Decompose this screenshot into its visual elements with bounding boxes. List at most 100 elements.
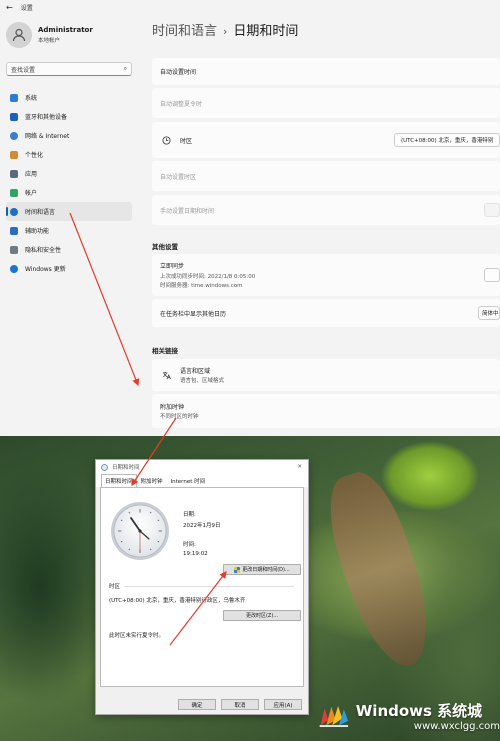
timezone-value: (UTC+08:00) 北京，重庆，香港特别行政区，乌鲁木齐 <box>109 598 246 604</box>
watermark: Windows 系统城 www.wxclgg.com <box>308 690 500 741</box>
taskbar-calendar-label: 在任务栏中显示其他日历 <box>160 310 227 318</box>
apply-button[interactable]: 应用(A) <box>264 699 302 710</box>
language-region-subtitle: 语言包、区域格式 <box>180 378 225 385</box>
close-icon[interactable]: ✕ <box>297 464 302 470</box>
sync-now-row: 立即同步 上次成功同步时间: 2022/1/8 0:05:00 时间服务器: t… <box>152 254 500 296</box>
person-icon <box>10 188 18 197</box>
divider <box>124 585 294 587</box>
bluetooth-icon <box>10 112 18 121</box>
dst-note: 此时区未实行夏令时。 <box>109 633 165 639</box>
tab-internet-time[interactable]: Internet 时间 <box>167 474 210 487</box>
sidebar-item-label: 时间和语言 <box>25 209 56 216</box>
other-settings-heading: 其他设置 <box>152 243 178 251</box>
sidebar-item-label: 网络 & Internet <box>25 133 70 140</box>
globe-clock-icon <box>160 135 172 145</box>
manual-datetime-row: 手动设置日期和时间 <box>152 195 500 225</box>
sidebar-item-label: 个性化 <box>25 152 44 159</box>
auto-dst-row: 自动调整夏令时 <box>152 88 500 118</box>
account-type: 本地帐户 <box>38 38 61 44</box>
breadcrumb: 时间和语言 › 日期和时间 <box>152 20 298 39</box>
dialog-title: 日期和时间 <box>112 465 140 471</box>
change-date-time-label: 更改日期和时间(D)... <box>242 567 290 573</box>
tab-additional-clocks[interactable]: 附加时钟 <box>137 474 167 487</box>
dialog-tabs: 日期和时间 附加时钟 Internet 时间 <box>96 474 308 487</box>
auto-time-label: 自动设置时间 <box>160 69 197 76</box>
page-title: 日期和时间 <box>233 24 299 39</box>
timezone-group-label: 时区 <box>109 584 121 590</box>
auto-dst-label: 自动调整夏令时 <box>160 100 203 108</box>
language-region-row[interactable]: 语言和区域 语言包、区域格式 <box>152 359 500 391</box>
person-icon <box>12 28 26 42</box>
last-sync-time: 上次成功同步时间: 2022/1/8 0:05:00 <box>160 273 256 280</box>
auto-timezone-label: 自动设置时区 <box>160 173 197 181</box>
avatar <box>6 22 32 48</box>
sidebar-item-label: 辅助功能 <box>25 228 50 235</box>
auto-timezone-row: 自动设置时区 <box>152 161 500 191</box>
sidebar-item-label: 应用 <box>25 171 38 178</box>
sidebar-item-2[interactable]: 网络 & Internet <box>6 126 132 145</box>
calendar-dropdown[interactable]: 简体中 <box>478 306 500 320</box>
sync-now-button[interactable] <box>484 268 500 282</box>
sidebar-item-4[interactable]: 应用 <box>6 164 132 183</box>
language-icon <box>160 371 172 380</box>
watermark-brand: Windows 系统城 <box>355 701 483 720</box>
sidebar-item-1[interactable]: 蓝牙和其他设备 <box>6 107 132 126</box>
wifi-icon <box>10 131 18 140</box>
time-label: 时间: <box>183 542 196 548</box>
timezone-row[interactable]: 时区 (UTC+08:00) 北京，重庆，香港特别 <box>152 122 500 158</box>
title-bar: ← 设置 <box>0 0 500 14</box>
sidebar-item-0[interactable]: 系统 <box>6 88 132 107</box>
cancel-button[interactable]: 取消 <box>221 699 259 710</box>
time-value: 19:19:02 <box>183 551 208 557</box>
dialog-title-bar: 日期和时间 ✕ <box>96 460 308 474</box>
sidebar-item-label: 帐户 <box>25 190 38 197</box>
change-date-time-button[interactable]: 更改日期和时间(D)... <box>223 564 301 575</box>
change-button-disabled <box>484 203 500 217</box>
sidebar-item-label: 隐私和安全性 <box>25 247 62 254</box>
search-placeholder: 查找设置 <box>11 66 36 74</box>
update-icon <box>10 264 18 273</box>
sidebar-item-label: Windows 更新 <box>25 266 66 273</box>
date-time-dialog: 日期和时间 ✕ 日期和时间 附加时钟 Internet 时间 日期: 2022年… <box>95 459 309 715</box>
back-arrow-icon[interactable]: ← <box>6 3 13 12</box>
auto-time-row[interactable]: 自动设置时间 <box>152 58 500 85</box>
date-label: 日期: <box>183 512 196 518</box>
settings-window: ← 设置 Administrator 本地帐户 查找设置 ⌕ 系统蓝牙和其他设备… <box>0 0 500 436</box>
sidebar-item-3[interactable]: 个性化 <box>6 145 132 164</box>
change-timezone-button[interactable]: 更改时区(Z)... <box>223 610 301 621</box>
language-region-title: 语言和区域 <box>180 367 211 375</box>
breadcrumb-parent[interactable]: 时间和语言 <box>152 24 217 39</box>
globe-clock-icon <box>10 207 18 216</box>
sidebar-item-9[interactable]: Windows 更新 <box>6 259 132 278</box>
user-name: Administrator <box>38 26 93 34</box>
additional-clocks-subtitle: 不同时区的时钟 <box>160 414 199 421</box>
timezone-dropdown[interactable]: (UTC+08:00) 北京，重庆，香港特别 <box>394 133 500 147</box>
tab-date-time[interactable]: 日期和时间 <box>101 474 137 487</box>
sidebar-item-7[interactable]: 辅助功能 <box>6 221 132 240</box>
sidebar-item-5[interactable]: 帐户 <box>6 183 132 202</box>
sync-now-title: 立即同步 <box>160 263 185 270</box>
ok-button[interactable]: 确定 <box>178 699 216 710</box>
sidebar-item-label: 蓝牙和其他设备 <box>25 114 68 121</box>
sidebar: Administrator 本地帐户 查找设置 ⌕ 系统蓝牙和其他设备 网络 & … <box>0 14 140 436</box>
manual-datetime-label: 手动设置日期和时间 <box>160 207 215 215</box>
window-title: 设置 <box>20 4 33 12</box>
timezone-label: 时区 <box>180 137 193 145</box>
watermark-url: www.wxclgg.com <box>413 720 500 732</box>
date-time-panel: 日期: 2022年1月9日 时间: 19:19:02 更改日期和时间(D)...… <box>100 487 304 687</box>
user-profile[interactable]: Administrator 本地帐户 <box>6 22 93 48</box>
sidebar-item-6[interactable]: 时间和语言 <box>6 202 132 221</box>
apps-icon <box>10 169 18 178</box>
breadcrumb-separator: › <box>223 25 228 38</box>
brush-icon <box>10 150 18 159</box>
dialog-buttons: 确定 取消 应用(A) <box>178 699 302 710</box>
search-input[interactable]: 查找设置 ⌕ <box>6 62 132 76</box>
accessibility-icon <box>10 226 18 235</box>
additional-clocks-title: 附加时钟 <box>160 403 185 411</box>
change-timezone-label: 更改时区(Z)... <box>245 613 279 619</box>
search-icon[interactable]: ⌕ <box>124 65 127 73</box>
clock-app-icon <box>101 463 108 471</box>
sidebar-item-8[interactable]: 隐私和安全性 <box>6 240 132 259</box>
additional-clocks-row[interactable]: 附加时钟 不同时区的时钟 <box>152 394 500 428</box>
date-value: 2022年1月9日 <box>183 523 221 529</box>
